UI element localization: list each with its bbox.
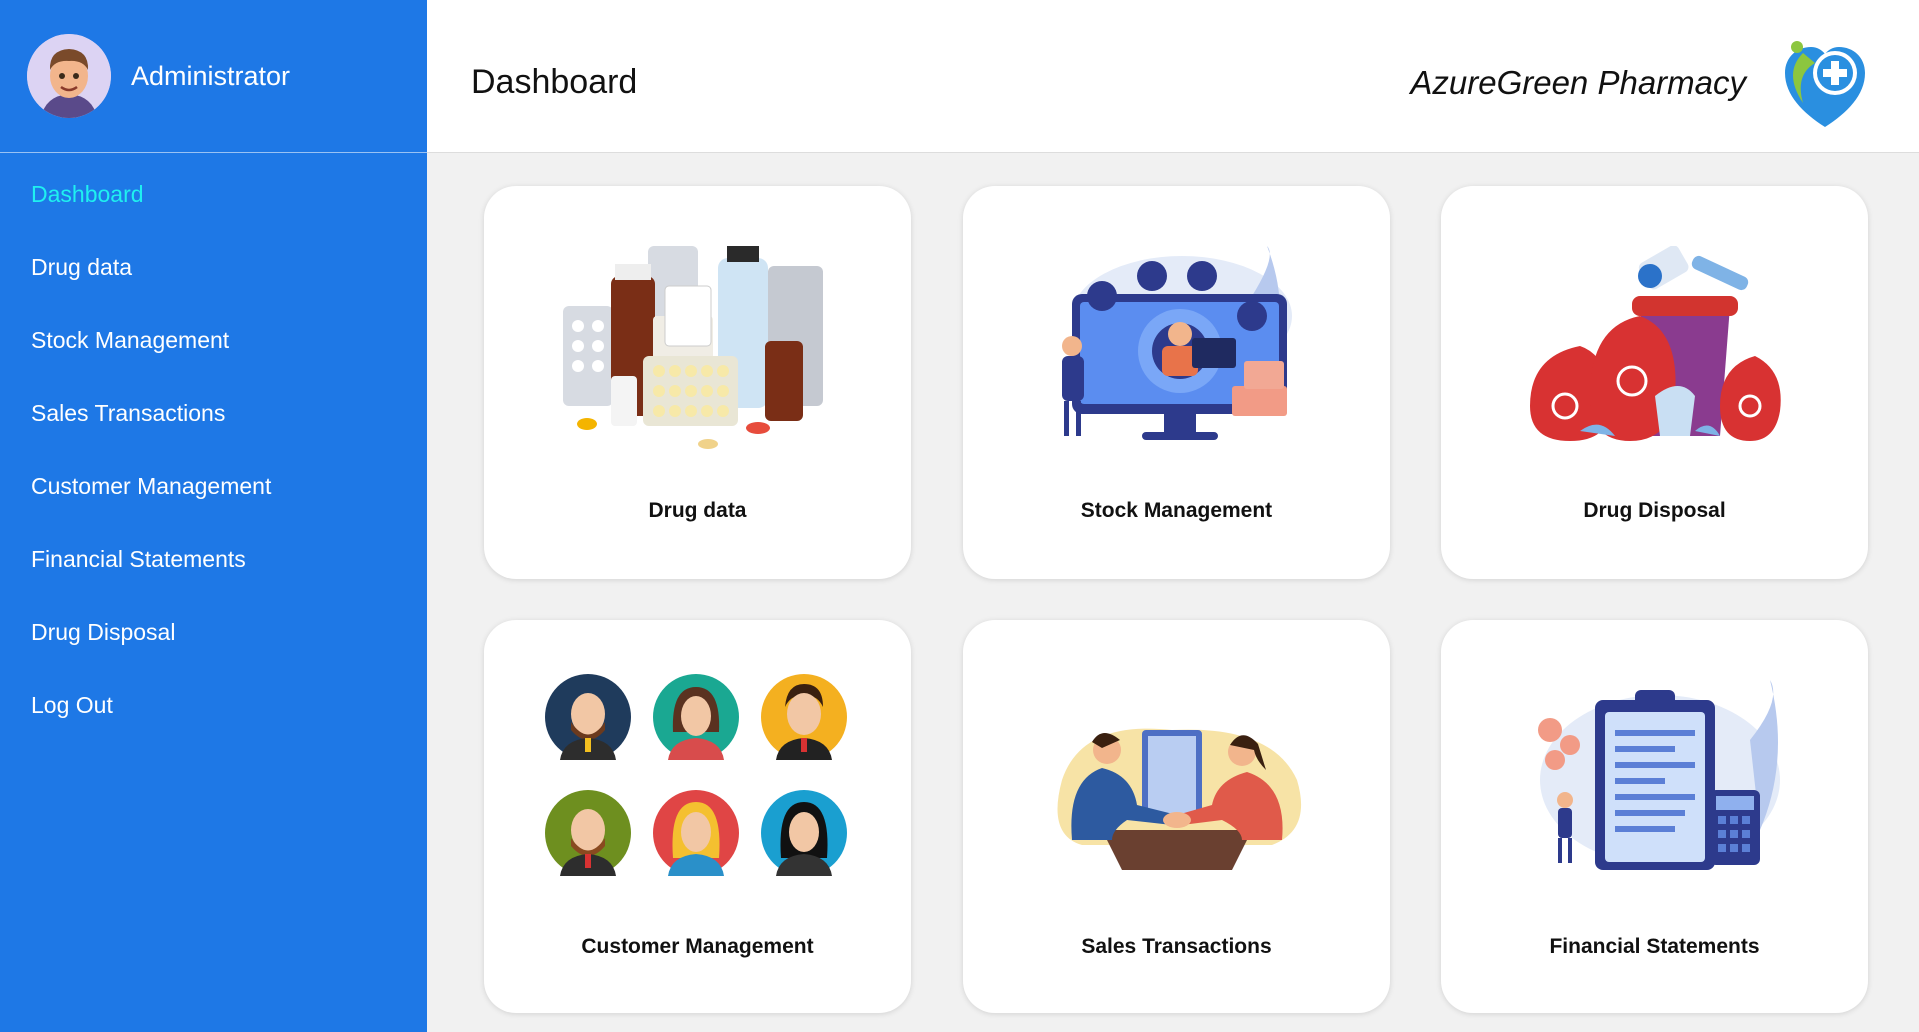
nav-item-sales-transactions[interactable]: Sales Transactions [0,377,427,450]
card-label: Sales Transactions [1081,935,1272,958]
card-sales-transactions[interactable]: Sales Transactions [963,620,1390,1013]
nav-item-dashboard[interactable]: Dashboard [0,158,427,231]
card-financial-statements[interactable]: Financial Statements [1441,620,1868,1013]
header: Dashboard AzureGreen Pharmacy [427,0,1919,153]
avatar[interactable] [27,34,111,118]
nav-item-customer-management[interactable]: Customer Management [0,450,427,523]
sidebar-nav: Dashboard Drug data Stock Management Sal… [0,158,427,742]
profile-section: Administrator [0,0,427,153]
medicine-bottles-icon [553,246,843,461]
card-label: Customer Management [581,935,814,958]
admin-name: Administrator [131,60,291,91]
nav-item-drug-disposal[interactable]: Drug Disposal [0,596,427,669]
card-label: Stock Management [1080,499,1273,522]
stock-monitor-icon [1052,246,1302,461]
card-label: Financial Statements [1549,935,1760,958]
card-customer-management[interactable]: Customer Management [484,620,911,1013]
pharmacy-logo-icon [1773,33,1877,131]
customer-avatars-icon [543,672,853,897]
clipboard-finance-icon [1520,680,1790,885]
nav-item-drug-data[interactable]: Drug data [0,231,427,304]
nav-item-financial-statements[interactable]: Financial Statements [0,523,427,596]
sidebar: Administrator Dashboard Drug data Stock … [0,0,427,1032]
card-label: Drug data [648,499,747,522]
page-title: Dashboard [471,63,638,101]
card-stock-management[interactable]: Stock Management [963,186,1390,579]
card-label: Drug Disposal [1583,499,1726,522]
card-drug-disposal[interactable]: Drug Disposal [1441,186,1868,579]
nav-item-stock-management[interactable]: Stock Management [0,304,427,377]
brand-name: AzureGreen Pharmacy [1410,64,1746,101]
nav-item-log-out[interactable]: Log Out [0,669,427,742]
card-drug-data[interactable]: Drug data [484,186,911,579]
biohazard-waste-icon [1520,245,1790,461]
handshake-icon [1042,720,1312,875]
